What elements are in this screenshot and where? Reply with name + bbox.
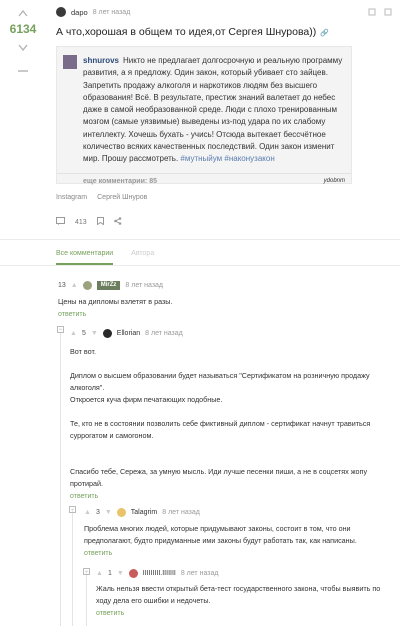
comment-author[interactable]: IIIIIIIII.IIIIIII [143, 570, 176, 577]
rating-value: 6134 [9, 22, 37, 36]
comment: ▲ 3 ▼ Talagrim 8 лет назад Проблема мног… [84, 507, 390, 557]
post-author[interactable]: dapo [71, 8, 88, 17]
comment-paragraph: Спасибо тебе, Сережа, за умную мысль. Ид… [70, 467, 368, 488]
reply-link[interactable]: ответить [84, 550, 390, 557]
minus-icon [18, 70, 28, 72]
post-tags: Instagram Сергей Шнуров [56, 194, 392, 201]
post-actions: 413 [56, 217, 392, 227]
tab-all-comments[interactable]: Все комментарии [56, 250, 114, 265]
tag-item[interactable]: Сергей Шнуров [97, 194, 147, 201]
embed-more-comments[interactable]: еще комментарии: 85 [83, 178, 157, 185]
avatar[interactable] [102, 328, 112, 338]
divider [57, 173, 351, 174]
reply-link[interactable]: ответить [70, 493, 390, 500]
embed-username[interactable]: shnurovs [83, 56, 119, 65]
comment-score: 5 [81, 329, 86, 337]
avatar[interactable] [116, 507, 126, 517]
chevron-up-icon[interactable]: ▲ [70, 330, 77, 337]
comment-body: Проблема многих людей, которые придумыва… [84, 524, 357, 545]
instagram-embed[interactable]: shnurovs Никто не предлагает долгосрочную… [56, 46, 352, 185]
post: dapo 8 лет назад А что,хорошая в общем т… [56, 6, 392, 227]
comment-header: ▲ 1 ▼ IIIIIIIII.IIIIIII 8 лет назад [96, 568, 390, 578]
chevron-down-icon[interactable]: ▼ [91, 330, 98, 337]
comment-time: 8 лет назад [180, 569, 219, 577]
tag-item[interactable]: Instagram [56, 194, 87, 201]
embed-body: Никто не предлагает долгосрочную и реаль… [83, 56, 343, 164]
comment-header: ▲ 3 ▼ Talagrim 8 лет назад [84, 507, 390, 517]
reply-link[interactable]: ответить [58, 311, 388, 318]
chevron-up-icon[interactable]: ▲ [96, 570, 103, 577]
embed-avatar [63, 55, 77, 69]
divider [0, 265, 400, 266]
chevron-down-icon[interactable]: ▼ [105, 509, 112, 516]
comment-author[interactable]: Talagrim [131, 509, 157, 516]
avatar[interactable] [128, 568, 138, 578]
comment-paragraph: Вот вот. [70, 347, 96, 356]
chevron-down-icon[interactable]: ▼ [117, 570, 124, 577]
avatar[interactable] [82, 280, 92, 290]
chevron-down-icon [18, 44, 28, 51]
tab-author[interactable]: Автора [131, 250, 154, 265]
comment-body: Вот вот. Диплом о высшем образовании буд… [70, 346, 390, 490]
comments-count[interactable]: 413 [75, 219, 87, 226]
comment-time: 8 лет назад [145, 329, 183, 337]
comment-paragraph: Те, кто не в состоянии позволить себе фи… [70, 419, 371, 440]
comment-author[interactable]: Ellorian [117, 330, 140, 337]
comment-header: 13 ▲ MirZz 8 лет назад [58, 280, 388, 290]
comment-body: Жаль нельзя ввести открытый бета-тест го… [96, 584, 381, 605]
post-title-text[interactable]: А что,хорошая в общем то идея,от Сергея … [56, 26, 316, 38]
comment-body: Цены на дипломы взлетят в разы. [58, 297, 173, 306]
comment-author[interactable]: MirZz [96, 280, 121, 290]
share-icon[interactable] [113, 217, 122, 227]
collapse-icon[interactable]: − [69, 506, 76, 513]
reply-link[interactable]: ответить [96, 610, 390, 617]
comment-header: ▲ 5 ▼ Ellorian 8 лет назад [70, 328, 390, 338]
chevron-up-icon[interactable]: ▲ [84, 509, 91, 516]
post-title[interactable]: А что,хорошая в общем то идея,от Сергея … [56, 26, 392, 38]
chevron-up-icon [18, 9, 28, 16]
comment-time: 8 лет назад [125, 281, 164, 289]
hide-post-button[interactable] [8, 64, 38, 78]
link-icon[interactable]: 🔗 [320, 30, 329, 37]
thread-line [60, 332, 61, 626]
collapse-icon[interactable]: − [83, 568, 90, 575]
upvote-button[interactable] [8, 6, 38, 20]
thread-line [86, 572, 87, 626]
thread-line [72, 510, 73, 626]
comment: 13 ▲ MirZz 8 лет назад Цены на дипломы в… [58, 280, 388, 318]
chevron-up-icon[interactable]: ▲ [71, 282, 78, 289]
post-rating: 6134 [6, 6, 40, 78]
comment-paragraph: Диплом о высшем образовании будет называ… [70, 371, 370, 392]
embed-tag[interactable]: #наконузакон [224, 154, 274, 163]
comment-tabs: Все комментарии Автора [56, 250, 154, 265]
post-time: 8 лет назад [92, 8, 131, 16]
divider [0, 239, 400, 240]
comment-score: 1 [107, 569, 112, 577]
comment-score: 13 [58, 281, 66, 289]
save-icon[interactable] [96, 217, 104, 227]
embed-tag[interactable]: #мутныйум [180, 154, 222, 163]
collapse-icon[interactable]: − [57, 326, 64, 333]
bookmark-icon[interactable] [368, 8, 376, 16]
post-header: dapo 8 лет назад [56, 6, 392, 18]
comment-time: 8 лет назад [162, 508, 200, 516]
comment: ▲ 1 ▼ IIIIIIIII.IIIIIII 8 лет назад Жаль… [96, 568, 390, 617]
downvote-button[interactable] [8, 40, 38, 54]
comment-paragraph: Откроется куча фирм печатающих подобные. [70, 395, 223, 404]
embed-brand-logo: ydobnm [323, 178, 345, 184]
comment: ▲ 5 ▼ Ellorian 8 лет назад Вот вот. Дипл… [70, 328, 390, 500]
post-header-icons [368, 8, 392, 16]
comment-score: 3 [95, 508, 100, 516]
avatar[interactable] [56, 7, 66, 17]
comments-icon[interactable] [56, 217, 65, 227]
embed-text: shnurovs Никто не предлагает долгосрочную… [83, 55, 347, 166]
more-icon[interactable] [384, 8, 392, 16]
